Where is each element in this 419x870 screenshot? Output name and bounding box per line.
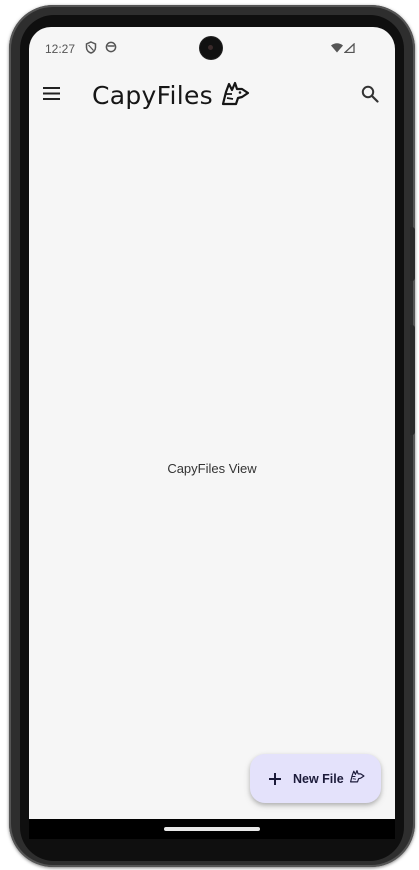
plus-icon — [269, 772, 281, 785]
home-gesture-handle[interactable] — [164, 827, 260, 831]
navigation-bar — [29, 819, 395, 839]
content-placeholder: CapyFiles View — [167, 461, 257, 476]
search-icon — [361, 85, 379, 103]
app-title-text: CapyFiles — [92, 81, 213, 110]
status-time: 12:27 — [45, 42, 76, 56]
volume-button — [410, 325, 415, 435]
new-file-label: New File — [293, 771, 344, 786]
menu-button[interactable] — [43, 87, 63, 105]
circle-status-icon — [105, 41, 117, 56]
new-file-button[interactable]: New File — [250, 754, 381, 803]
search-button[interactable] — [361, 85, 381, 105]
capybara-logo-icon — [220, 80, 250, 111]
status-bar: 12:27 — [29, 27, 395, 69]
power-button — [410, 227, 415, 281]
app-bar: CapyFiles — [29, 69, 395, 125]
signal-icon — [343, 42, 355, 56]
wifi-icon — [331, 42, 343, 56]
screen: 12:27 CapyFiles CapyFiles View New File — [29, 27, 395, 839]
app-title: CapyFiles — [92, 80, 250, 111]
capybara-logo-icon — [349, 769, 365, 788]
menu-icon — [43, 87, 60, 100]
shield-icon — [85, 41, 97, 57]
front-camera — [200, 37, 222, 59]
